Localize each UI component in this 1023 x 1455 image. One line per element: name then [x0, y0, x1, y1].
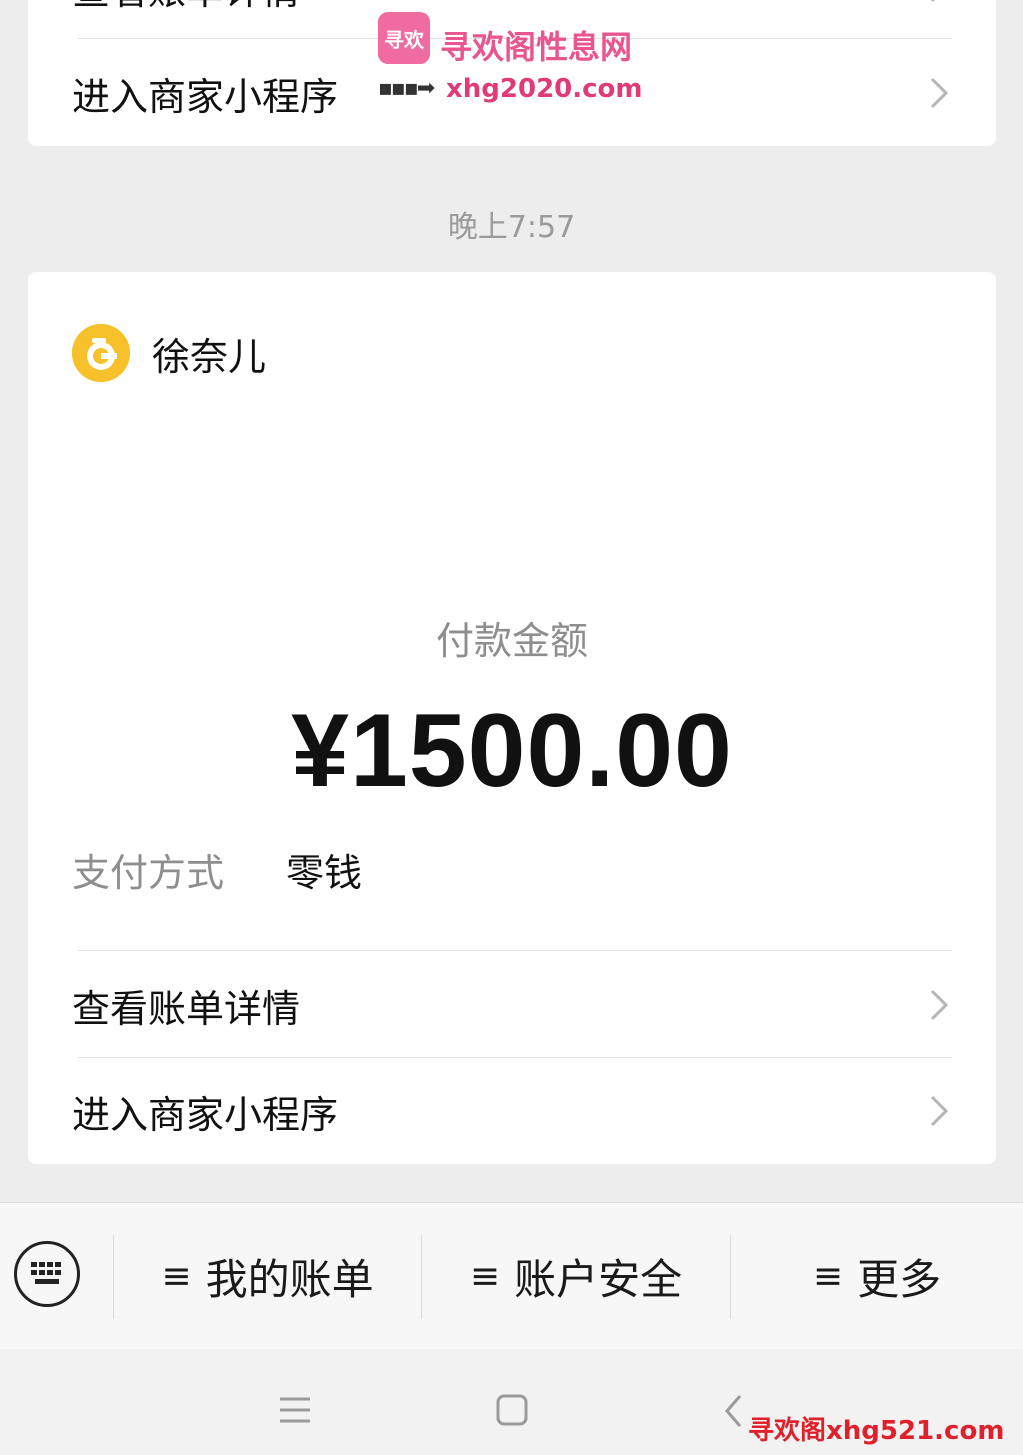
menu-account-security[interactable]: ≡ 账户安全 [422, 1203, 730, 1349]
bill-details-row[interactable]: 查看账单详情 [28, 952, 996, 1058]
payment-method-value: 零钱 [286, 851, 363, 895]
menu-my-bills-label: 我的账单 [205, 1254, 374, 1304]
mini-program-row[interactable]: 进入商家小程序 [28, 40, 996, 146]
merchant-name: 徐奈儿 [152, 334, 267, 379]
menu-icon: ≡ [469, 1255, 501, 1297]
recent-apps-icon[interactable] [278, 1393, 312, 1427]
menu-more-label: 更多 [857, 1254, 942, 1304]
chevron-right-icon [930, 989, 949, 1021]
chevron-right-icon [930, 77, 949, 109]
menu-my-bills[interactable]: ≡ 我的账单 [114, 1203, 421, 1349]
payment-amount: ¥1500.00 [291, 693, 733, 809]
mini-program-row[interactable]: 进入商家小程序 [28, 1058, 996, 1164]
menu-more[interactable]: ≡ 更多 [731, 1203, 1023, 1349]
menu-icon: ≡ [161, 1255, 192, 1297]
bottom-menu-bar: ≡ 我的账单 ≡ 账户安全 ≡ 更多 [0, 1202, 1023, 1350]
divider [78, 38, 952, 39]
previous-payment-card: 查看账单详情 进入商家小程序 [28, 0, 996, 146]
merchant-header[interactable]: 徐奈儿 [72, 324, 266, 382]
back-icon[interactable] [722, 1393, 746, 1429]
bill-details-label: 查看账单详情 [72, 986, 301, 1031]
watermark-bottom: 寻欢阁xhg521.com [748, 1416, 1005, 1446]
menu-icon: ≡ [812, 1255, 844, 1297]
payment-card: 徐奈儿 付款金额 ¥1500.00 支付方式 零钱 查看账单详情 进入商家小程序 [28, 272, 996, 1164]
amount-label: 付款金额 [435, 619, 588, 663]
merchant-logo-icon [72, 324, 130, 382]
mini-program-label: 进入商家小程序 [72, 74, 339, 119]
bill-details-label: 查看账单详情 [72, 0, 300, 15]
message-timestamp: 晚上7:57 [447, 210, 576, 245]
mini-program-label: 进入商家小程序 [72, 1092, 339, 1137]
bill-details-row-partial[interactable]: 查看账单详情 [28, 0, 996, 40]
merchant-avatar [72, 324, 130, 382]
payment-method: 支付方式 零钱 [72, 842, 362, 897]
keyboard-toggle-button[interactable] [14, 1241, 80, 1307]
home-icon[interactable] [495, 1393, 529, 1427]
keyboard-icon [31, 1262, 61, 1284]
payment-method-key: 支付方式 [72, 851, 225, 895]
chevron-right-icon [931, 0, 936, 3]
divider [78, 950, 952, 951]
menu-account-security-label: 账户安全 [514, 1254, 683, 1304]
chevron-right-icon [930, 1095, 949, 1127]
